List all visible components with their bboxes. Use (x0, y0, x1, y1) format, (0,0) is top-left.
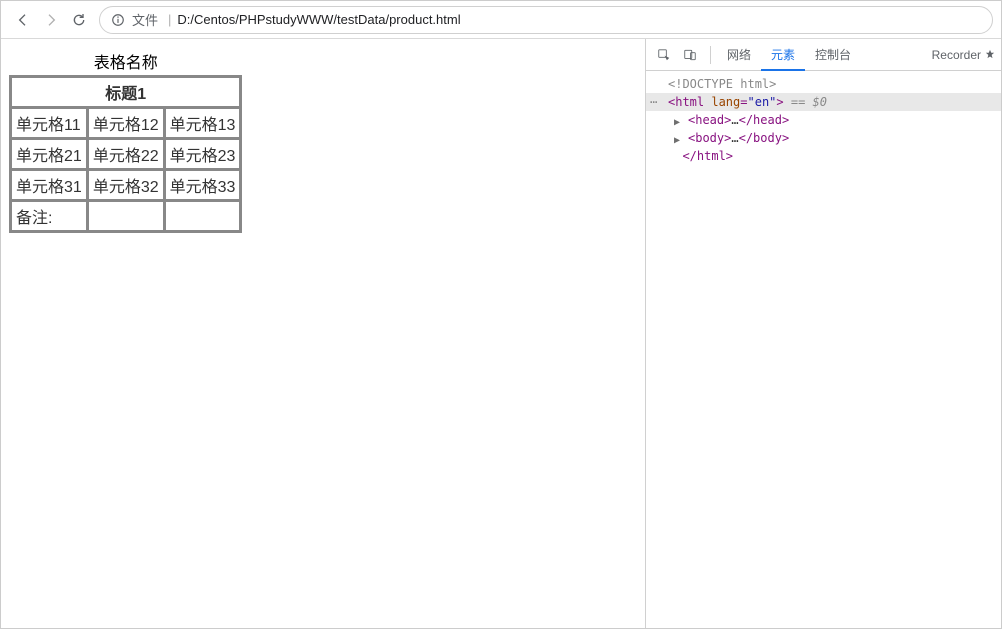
table-row: 单元格21 单元格22 单元格23 (11, 139, 240, 169)
url-path: D:/Centos/PHPstudyWWW/testData/product.h… (177, 12, 460, 27)
devtools-panel: 网络 元素 控制台 Recorder <!DOCTYPE html> ⋯<htm… (645, 39, 1001, 628)
reload-button[interactable] (65, 6, 93, 34)
browser-window: 文件 | D:/Centos/PHPstudyWWW/testData/prod… (0, 0, 1002, 629)
table-cell: 单元格12 (88, 108, 164, 138)
tab-recorder[interactable]: Recorder (932, 48, 995, 62)
table-cell-empty (88, 201, 164, 231)
table-cell: 单元格33 (165, 170, 241, 200)
table-footer-row: 备注: (11, 201, 240, 231)
table-row: 单元格31 单元格32 单元格33 (11, 170, 240, 200)
tab-network[interactable]: 网络 (717, 39, 761, 71)
workspace: 表格名称 标题1 单元格11 单元格12 单元格13 单元格21 单元格22 单… (1, 39, 1001, 628)
toggle-device-icon[interactable] (678, 43, 702, 67)
dom-doctype[interactable]: <!DOCTYPE html> (646, 75, 1001, 93)
table-footer-label: 备注: (11, 201, 87, 231)
table-cell: 单元格13 (165, 108, 241, 138)
table-row: 单元格11 单元格12 单元格13 (11, 108, 240, 138)
tab-recorder-label: Recorder (932, 48, 981, 62)
dom-html-open[interactable]: ⋯<html lang="en"> == $0 (646, 93, 1001, 111)
inspect-element-icon[interactable] (652, 43, 676, 67)
devtools-tabs: 网络 元素 控制台 Recorder (646, 39, 1001, 71)
table-caption: 表格名称 (9, 47, 242, 75)
page-content: 表格名称 标题1 单元格11 单元格12 单元格13 单元格21 单元格22 单… (1, 39, 645, 628)
table-cell: 单元格32 (88, 170, 164, 200)
dom-body[interactable]: ▶<body>…</body> (646, 129, 1001, 147)
address-bar: 文件 | D:/Centos/PHPstudyWWW/testData/prod… (1, 1, 1001, 39)
dom-html-close[interactable]: </html> (646, 147, 1001, 165)
product-table: 表格名称 标题1 单元格11 单元格12 单元格13 单元格21 单元格22 单… (9, 47, 242, 233)
url-scheme-label: 文件 (132, 10, 158, 29)
table-cell: 单元格21 (11, 139, 87, 169)
info-icon (110, 12, 126, 28)
back-button[interactable] (9, 6, 37, 34)
devtools-dom-tree[interactable]: <!DOCTYPE html> ⋯<html lang="en"> == $0 … (646, 71, 1001, 628)
pin-icon (985, 48, 995, 62)
forward-button[interactable] (37, 6, 65, 34)
url-separator: | (168, 12, 171, 27)
table-header-row: 标题1 (11, 77, 240, 107)
dom-head[interactable]: ▶<head>…</head> (646, 111, 1001, 129)
url-input[interactable]: 文件 | D:/Centos/PHPstudyWWW/testData/prod… (99, 6, 993, 34)
divider (710, 46, 711, 64)
table-cell: 单元格23 (165, 139, 241, 169)
table-cell: 单元格11 (11, 108, 87, 138)
table-cell-empty (165, 201, 241, 231)
table-header-cell: 标题1 (11, 77, 240, 107)
tab-elements[interactable]: 元素 (761, 39, 805, 71)
tab-console[interactable]: 控制台 (805, 39, 861, 71)
table-cell: 单元格22 (88, 139, 164, 169)
table-cell: 单元格31 (11, 170, 87, 200)
